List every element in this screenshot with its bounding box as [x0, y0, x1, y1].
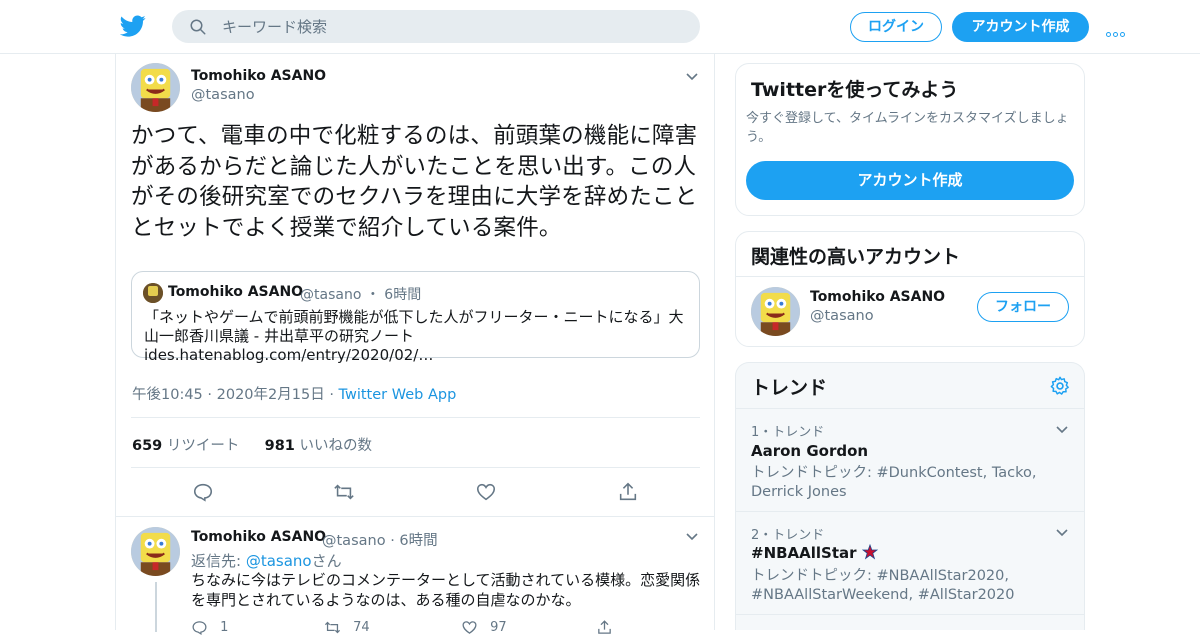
quoted-avatar: [143, 283, 163, 303]
reply-time[interactable]: 6時間: [399, 533, 437, 549]
thread-line: [155, 582, 157, 632]
trend-name-row: #NBAAllStar: [751, 543, 878, 562]
signup-card-button[interactable]: アカウント作成: [746, 161, 1074, 200]
reply-avatar[interactable]: [131, 527, 180, 576]
trend-rank: 1・トレンド: [751, 425, 825, 440]
like-count: 981: [264, 438, 295, 454]
settings-gear-icon[interactable]: [1049, 375, 1071, 397]
share-icon: [598, 620, 611, 634]
trend-item[interactable]: 2・トレンド #NBAAllStar トレンドトピック: #NBAAllStar…: [736, 511, 1084, 614]
chevron-down-icon[interactable]: [1054, 524, 1070, 540]
trends-card: トレンド 1・トレンド Aaron Gordon トレンドトピック: #Dunk…: [735, 362, 1085, 630]
reply-retweet-button[interactable]: 74: [324, 619, 370, 636]
related-account-handle[interactable]: @tasano: [810, 308, 874, 324]
tweet-detail-column: Tomohiko ASANO @tasano かつて、電車の中で化粧するのは、前…: [115, 54, 715, 636]
quoted-author-name: Tomohiko ASANO: [168, 284, 304, 300]
reply-author-name[interactable]: Tomohiko ASANO: [191, 529, 326, 545]
reply-reply-count: 1: [220, 620, 229, 635]
search-icon: [190, 19, 206, 35]
like-stat-label: いいねの数: [299, 438, 373, 454]
signup-card-description: 今すぐ登録して、タイムラインをカスタマイズしましょう。: [746, 111, 1069, 145]
related-avatar[interactable]: [751, 287, 800, 336]
divider: [131, 467, 700, 468]
reply-like-button[interactable]: 97: [461, 619, 507, 636]
avatar-image: [751, 287, 800, 336]
more-options-icon[interactable]: [1106, 22, 1130, 37]
signup-button[interactable]: アカウント作成: [952, 12, 1089, 42]
share-icon[interactable]: [617, 481, 639, 503]
follow-button[interactable]: フォロー: [977, 292, 1069, 322]
quoted-time: 6時間: [384, 287, 422, 303]
reply-text: ちなみに今はテレビのコメンテーターとして活動されている模様。恋愛関係を専門とされ…: [191, 571, 701, 609]
reply-to: 返信先: @tasanoさん: [191, 550, 342, 571]
twitter-bird-icon[interactable]: [120, 13, 146, 39]
divider: [116, 516, 714, 517]
related-accounts-card: 関連性の高いアカウント Tomohiko ASANO @tasano フォロー: [735, 231, 1085, 347]
avatar[interactable]: [131, 63, 180, 112]
trend-item[interactable]: 1・トレンド Aaron Gordon トレンドトピック: #DunkConte…: [736, 408, 1084, 511]
separator-dot: ・: [365, 287, 380, 303]
reply-share-button[interactable]: [596, 619, 613, 636]
trend-description: トレンドトピック: #DunkContest, Tacko, Derrick J…: [751, 465, 1037, 500]
reply-icon[interactable]: [192, 481, 214, 503]
reply-actions: 1: [191, 619, 228, 636]
reply-to-handle[interactable]: @tasano: [246, 552, 312, 570]
search-box[interactable]: [172, 10, 700, 43]
divider: [131, 417, 700, 418]
tweet-timestamp[interactable]: 午後10:45 · 2020年2月15日: [132, 387, 325, 403]
author-handle[interactable]: @tasano: [191, 87, 255, 103]
login-button[interactable]: ログイン: [850, 12, 942, 42]
signup-card-title: Twitterを使ってみよう: [751, 79, 959, 101]
trend-rank: 2・トレンド: [751, 528, 825, 543]
trend-description: トレンドトピック: #NBAAllStar2020, #NBAAllStarWe…: [751, 568, 1015, 603]
retweet-count: 659: [132, 438, 163, 454]
reply-retweet-count: 74: [353, 620, 370, 635]
author-name[interactable]: Tomohiko ASANO: [191, 68, 326, 84]
quoted-author-meta: @tasano ・ 6時間: [300, 284, 421, 304]
tweet-meta: 午後10:45 · 2020年2月15日 · Twitter Web App: [132, 383, 456, 404]
quoted-handle: @tasano: [300, 287, 362, 303]
like-stat[interactable]: 981 いいねの数: [265, 438, 372, 454]
allstar-badge-icon: [861, 543, 878, 560]
chevron-down-icon[interactable]: [684, 68, 700, 84]
retweet-icon: [324, 621, 341, 634]
trends-title: トレンド: [751, 377, 828, 399]
divider: [736, 276, 1084, 277]
like-heart-icon[interactable]: [475, 481, 497, 503]
tweet-text: かつて、電車の中で化粧するのは、前頭葉の機能に障害があるからだと論じた人がいたこ…: [131, 123, 698, 241]
reply-to-suffix: さん: [311, 552, 342, 570]
tweet-source-link[interactable]: Twitter Web App: [339, 387, 457, 403]
retweet-stat-label: リツイート: [166, 438, 240, 454]
reply-like-count: 97: [490, 620, 507, 635]
related-account-name[interactable]: Tomohiko ASANO: [810, 289, 945, 305]
avatar-image: [131, 63, 180, 112]
related-accounts-title: 関連性の高いアカウント: [751, 246, 961, 268]
reply-handle[interactable]: @tasano: [322, 533, 386, 549]
reply-to-prefix: 返信先:: [191, 552, 246, 570]
reply-reply-button[interactable]: 1: [191, 620, 229, 636]
reply-author-meta: @tasano · 6時間: [322, 529, 438, 550]
trend-name: #NBAAllStar: [751, 544, 857, 562]
quoted-tweet[interactable]: Tomohiko ASANO @tasano ・ 6時間 「ネットやゲームで前頭…: [131, 271, 700, 364]
tweet-stats: 659 リツイート 981 いいねの数: [132, 434, 372, 455]
trend-name: Aaron Gordon: [751, 442, 869, 460]
top-bar: ログイン アカウント作成: [0, 0, 1200, 54]
separator-dot: ·: [329, 387, 339, 403]
avatar-image: [131, 527, 180, 576]
trend-item-partial: [736, 614, 1084, 634]
search-input[interactable]: [222, 10, 682, 43]
reply-icon: [192, 621, 207, 636]
chevron-down-icon[interactable]: [684, 528, 700, 544]
retweet-stat[interactable]: 659 リツイート: [132, 438, 239, 454]
retweet-icon[interactable]: [333, 481, 355, 503]
signup-card: Twitterを使ってみよう 今すぐ登録して、タイムラインをカスタマイズしましょ…: [735, 63, 1085, 216]
like-heart-icon: [462, 621, 477, 634]
chevron-down-icon[interactable]: [1054, 421, 1070, 437]
quoted-text: 「ネットやゲームで前頭前野機能が低下した人がフリーター・ニートになる」大山一郎香…: [144, 308, 684, 364]
